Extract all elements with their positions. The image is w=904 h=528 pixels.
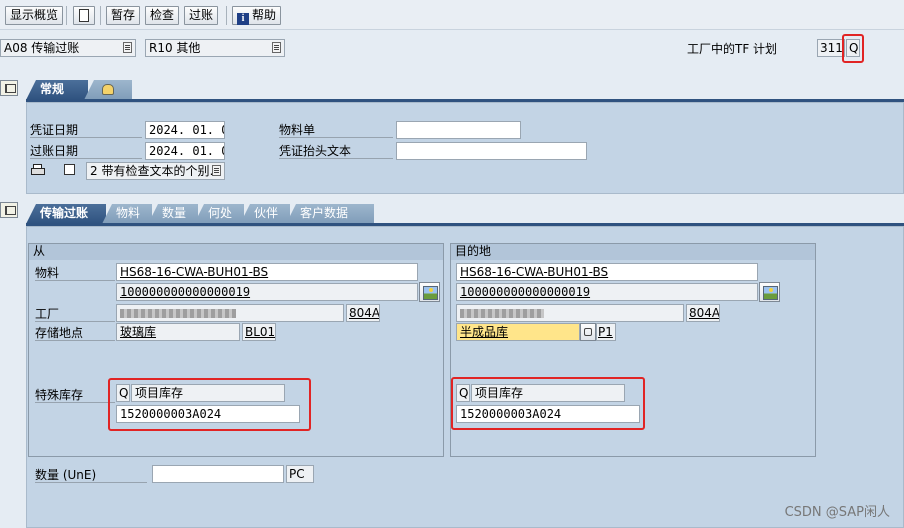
new-document-button[interactable] [73, 6, 95, 25]
tab-customer-data[interactable]: 客户数据 [286, 204, 374, 224]
header-collapse-toggle[interactable] [0, 80, 18, 96]
toolbar-separator [100, 6, 101, 25]
printer-icon [31, 164, 45, 176]
header-tabstrip: 常规 [26, 80, 146, 100]
print-version-select[interactable]: 2 带有检查文本的个别… [86, 162, 225, 180]
post-button[interactable]: 过账 [184, 6, 219, 25]
storage-location-label: 存储地点 [35, 325, 115, 341]
print-version-value: 2 带有检查文本的个别… [90, 164, 222, 178]
redacted-plant-name [460, 309, 544, 318]
doc-date-field[interactable]: 2024. 01. 04 [145, 121, 225, 139]
from-highlight-box [108, 378, 311, 431]
quantity-field[interactable] [152, 465, 284, 483]
help-label: 帮助 [252, 8, 277, 22]
material-image-button[interactable] [759, 282, 780, 302]
material-label: 物料 [35, 265, 115, 281]
reference-select[interactable]: R10 其他 [145, 39, 285, 57]
from-plant-code-field[interactable]: 804A [346, 304, 380, 322]
from-group-title: 从 [29, 244, 443, 260]
from-storage-name-field[interactable]: 玻璃库 [116, 323, 240, 341]
post-date-field[interactable]: 2024. 01. 04 [145, 142, 225, 160]
value-help-icon [584, 328, 592, 336]
material-slip-field[interactable] [396, 121, 521, 139]
from-storage-code-field[interactable]: BL01 [242, 323, 276, 341]
item-tabstrip: 传输过账 物料 数量 何处 伙伴 客户数据 [26, 204, 386, 224]
tab-general[interactable]: 常规 [26, 80, 88, 100]
item-collapse-toggle[interactable] [0, 202, 18, 218]
material-slip-label: 物料单 [279, 122, 393, 138]
help-button[interactable]: i 帮助 [232, 6, 282, 25]
movement-type-field[interactable]: 311 [817, 39, 845, 57]
print-checkbox[interactable] [64, 164, 75, 175]
reference-value: R10 其他 [149, 41, 201, 55]
from-material-field[interactable]: HS68-16-CWA-BUH01-BS [116, 263, 418, 281]
display-overview-button[interactable]: 显示概览 [5, 6, 64, 25]
toolbar-separator [226, 6, 227, 25]
toolbar-separator [66, 6, 67, 25]
header-text-label: 凭证抬头文本 [279, 143, 393, 159]
tab-where[interactable]: 何处 [194, 204, 244, 224]
destination-group-title: 目的地 [451, 244, 815, 260]
highlight-box [842, 34, 864, 63]
tab-partner[interactable]: 伙伴 [240, 204, 290, 224]
new-document-icon [79, 9, 89, 22]
check-button[interactable]: 检查 [145, 6, 180, 25]
from-material-number-field[interactable]: 100000000000000019 [116, 283, 418, 301]
plant-label: 工厂 [35, 306, 115, 322]
to-storage-name-field[interactable]: 半成品库 [456, 323, 580, 341]
hold-button[interactable]: 暂存 [106, 6, 141, 25]
tab-people[interactable] [84, 80, 132, 100]
watermark: CSDN @SAP闲人 [784, 505, 890, 520]
quantity-label: 数量 (UnE) [35, 467, 147, 483]
dropdown-icon [123, 42, 132, 53]
tab-quantity[interactable]: 数量 [148, 204, 198, 224]
special-stock-label: 特殊库存 [35, 387, 115, 403]
redacted-plant-name [120, 309, 236, 318]
to-storage-code-field[interactable]: P1 [596, 323, 616, 341]
transaction-value: A08 传输过账 [4, 41, 80, 55]
value-help-button[interactable] [580, 323, 596, 341]
movement-type-label: 工厂中的TF 计划 [687, 42, 778, 56]
to-material-field[interactable]: HS68-16-CWA-BUH01-BS [456, 263, 758, 281]
to-plant-code-field[interactable]: 804A [686, 304, 720, 322]
dropdown-icon [272, 42, 281, 53]
tab-transfer-posting[interactable]: 传输过账 [26, 204, 106, 224]
application-toolbar: 显示概览 暂存 检查 过账 i 帮助 [0, 0, 904, 30]
unit-field[interactable]: PC [286, 465, 314, 483]
doc-date-label: 凭证日期 [30, 122, 142, 138]
transaction-select[interactable]: A08 传输过账 [0, 39, 136, 57]
material-image-button[interactable] [419, 282, 440, 302]
tab-material[interactable]: 物料 [102, 204, 152, 224]
post-date-label: 过账日期 [30, 143, 142, 159]
to-material-number-field[interactable]: 100000000000000019 [456, 283, 758, 301]
people-icon [102, 84, 114, 95]
to-highlight-box [451, 377, 645, 430]
dropdown-icon [212, 165, 221, 176]
header-text-field[interactable] [396, 142, 587, 160]
info-icon: i [237, 13, 249, 25]
